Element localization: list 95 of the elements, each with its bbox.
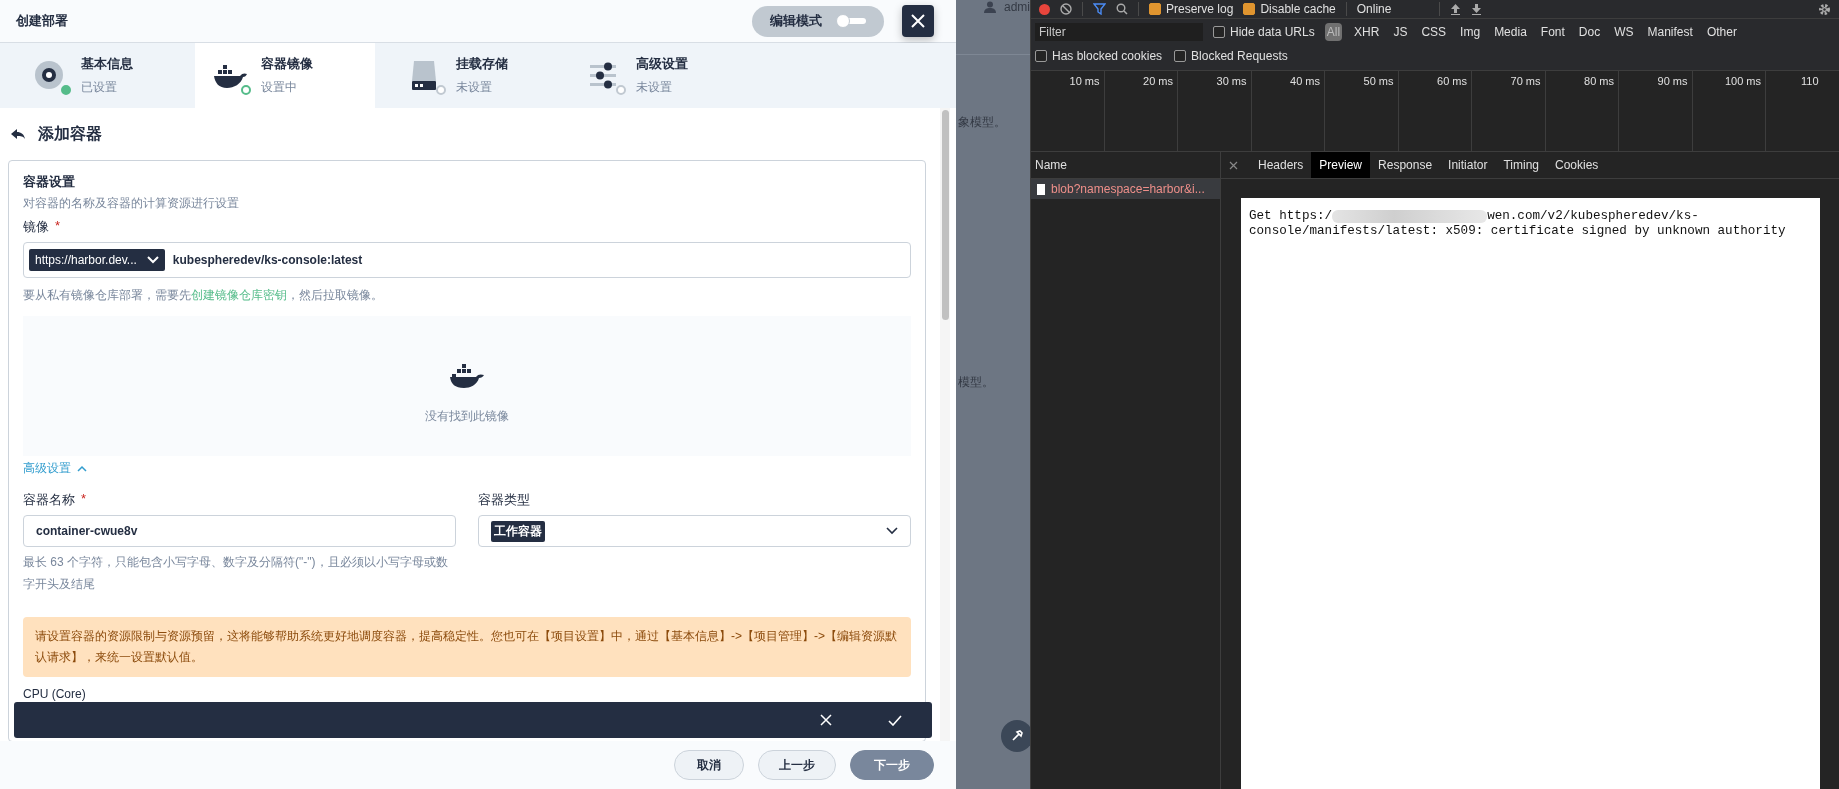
- container-type-select[interactable]: 工作容器: [478, 515, 911, 547]
- clear-icon[interactable]: [1060, 3, 1072, 15]
- page-title: 添加容器: [38, 123, 102, 144]
- section-title: 容器设置: [23, 173, 76, 191]
- timeline-tick: 80 ms: [1584, 75, 1614, 87]
- footer-button[interactable]: 上一步: [758, 750, 836, 780]
- upload-icon[interactable]: [1449, 3, 1461, 15]
- timeline-tick: 110: [1801, 75, 1819, 87]
- empty-state-text: 没有找到此镜像: [425, 407, 509, 425]
- background-text: 模型。: [958, 374, 994, 391]
- filter-input[interactable]: Filter: [1035, 23, 1203, 41]
- back-icon[interactable]: [10, 128, 26, 140]
- chevron-down-icon: [146, 256, 159, 264]
- close-button[interactable]: [902, 5, 934, 37]
- scrollbar[interactable]: [940, 108, 950, 741]
- hint-text: ，然后拉取镜像。: [287, 288, 383, 302]
- request-row[interactable]: blob?namespace=harbor&i...: [1031, 179, 1220, 199]
- step-status: 已设置: [81, 79, 118, 96]
- type-filter[interactable]: Img: [1458, 23, 1483, 41]
- step-tab[interactable]: 高级设置 未设置: [555, 43, 735, 108]
- preserve-log-checkbox[interactable]: Preserve log: [1149, 2, 1234, 16]
- timeline-tick: 60 ms: [1437, 75, 1467, 87]
- required-mark: *: [81, 491, 87, 508]
- record-icon[interactable]: [1039, 3, 1050, 15]
- preview-text: Get https:/: [1249, 209, 1333, 224]
- step-status: 设置中: [261, 79, 298, 96]
- modal-title: 创建部署: [16, 12, 69, 30]
- disable-cache-checkbox[interactable]: Disable cache: [1243, 2, 1336, 16]
- type-filter[interactable]: Media: [1492, 23, 1529, 41]
- check-icon[interactable]: [888, 714, 902, 726]
- user-icon: [984, 1, 996, 13]
- detail-tab[interactable]: Cookies: [1547, 152, 1607, 178]
- type-filter[interactable]: CSS: [1419, 23, 1449, 41]
- type-filter[interactable]: Doc: [1576, 23, 1603, 41]
- step-tab[interactable]: 基本信息 已设置: [0, 43, 195, 108]
- detail-tab[interactable]: Preview: [1311, 152, 1371, 178]
- timeline-tick: 50 ms: [1363, 75, 1394, 87]
- search-icon[interactable]: [1116, 3, 1128, 15]
- footer-button[interactable]: 取消: [674, 750, 744, 780]
- detail-tab[interactable]: Response: [1370, 152, 1441, 178]
- preview-text: wen.com/v2/kubespheredev/ks-: [1487, 209, 1699, 224]
- cpu-label: CPU (Core): [23, 687, 86, 701]
- notice-banner: 请设置容器的资源限制与资源预留，这将能够帮助系统更好地调度容器，提高稳定性。您也可在【项目设置】中，通过【基本信息】->【项目管理】->【编辑资源默认请求】，来统一设置默认值。: [23, 617, 911, 677]
- settings-icon[interactable]: [1818, 2, 1831, 16]
- timeline-tick: 100 ms: [1724, 75, 1761, 87]
- throttle-dropdown[interactable]: Online: [1356, 2, 1429, 16]
- close-icon: [909, 12, 927, 30]
- preview-text: console/manifests/latest: x509: certificate signed by unknown authority: [1249, 224, 1786, 239]
- hide-data-urls-checkbox[interactable]: Hide data URLs: [1213, 25, 1315, 39]
- detail-tab[interactable]: Headers: [1250, 152, 1312, 178]
- help-text: 最长 63 个字符，只能包含小写字母、数字及分隔符("-")，且必须以小写字母或数字开头及结尾: [23, 554, 448, 593]
- step-title: 基本信息: [81, 55, 133, 73]
- whale-icon: [449, 361, 485, 390]
- detail-tab[interactable]: Timing: [1495, 152, 1547, 178]
- field-label: 容器类型: [478, 491, 530, 509]
- type-filter[interactable]: Font: [1538, 23, 1567, 41]
- chevron-down-icon: [886, 527, 898, 535]
- edit-mode-toggle[interactable]: 编辑模式: [752, 5, 884, 37]
- floating-button[interactable]: [1001, 720, 1030, 752]
- type-filter[interactable]: Other: [1704, 23, 1739, 41]
- user-name: admi: [1004, 0, 1030, 14]
- type-filter[interactable]: Manifest: [1645, 23, 1695, 41]
- hammer-icon: [1010, 729, 1024, 743]
- step-status: 未设置: [456, 79, 493, 96]
- type-filter[interactable]: WS: [1612, 23, 1636, 41]
- step-status: 未设置: [636, 79, 673, 96]
- field-label: 容器名称: [23, 491, 75, 509]
- blocked-requests-checkbox[interactable]: Blocked Requests: [1174, 49, 1288, 63]
- timeline-tick: 10 ms: [1069, 75, 1100, 87]
- filter-icon[interactable]: [1093, 3, 1106, 15]
- type-filter[interactable]: XHR: [1352, 23, 1382, 41]
- timeline-tick: 70 ms: [1510, 75, 1541, 87]
- detail-tab[interactable]: Initiator: [1440, 152, 1496, 178]
- timeline-tick: 40 ms: [1290, 75, 1320, 87]
- step-tab[interactable]: 挂载存储 未设置: [375, 43, 555, 108]
- footer-button[interactable]: 下一步: [850, 750, 934, 780]
- download-icon[interactable]: [1470, 3, 1482, 15]
- background-text: 象模型。: [958, 114, 1006, 131]
- step-title: 挂载存储: [456, 55, 508, 73]
- timeline-tick: 90 ms: [1657, 75, 1688, 87]
- hint-text: 要从私有镜像仓库部署，需要先: [23, 288, 191, 302]
- container-name-input[interactable]: container-cwue8v: [23, 515, 456, 547]
- step-tab[interactable]: 容器镜像 设置中: [195, 43, 375, 108]
- section-description: 对容器的名称及容器的计算资源进行设置: [23, 195, 240, 212]
- step-title: 容器镜像: [261, 55, 313, 73]
- timeline-tick: 20 ms: [1143, 75, 1173, 87]
- image-field[interactable]: https://harbor.dev... kubespheredev/ks-console:latest: [23, 242, 911, 278]
- timeline-tick: 30 ms: [1216, 75, 1247, 87]
- step-title: 高级设置: [636, 55, 688, 73]
- registry-dropdown[interactable]: https://harbor.dev...: [29, 249, 165, 271]
- blocked-cookies-checkbox[interactable]: Has blocked cookies: [1035, 49, 1163, 63]
- column-header: Name: [1035, 158, 1067, 172]
- required-mark: *: [55, 218, 61, 235]
- type-filter[interactable]: JS: [1391, 23, 1410, 41]
- field-label: 镜像: [23, 218, 49, 236]
